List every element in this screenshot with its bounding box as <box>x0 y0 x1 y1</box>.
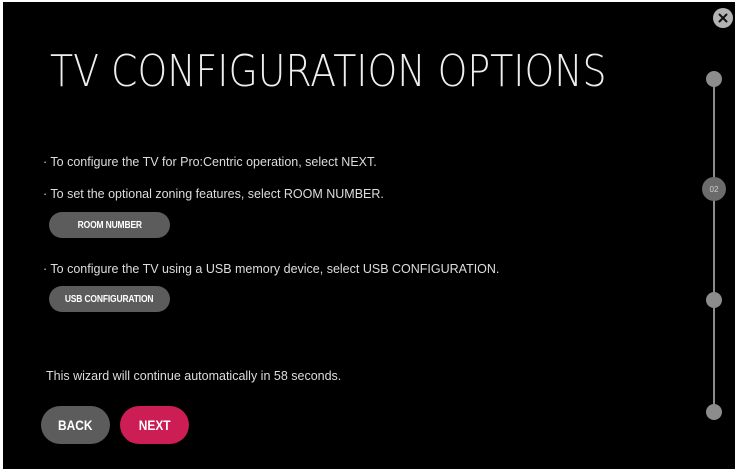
back-button[interactable]: BACK <box>41 406 110 444</box>
next-button-label: NEXT <box>138 417 171 433</box>
next-button[interactable]: NEXT <box>120 406 189 444</box>
progress-step-3 <box>706 292 722 308</box>
progress-step-current-label: 02 <box>709 184 719 194</box>
instruction-pro-centric: · To configure the TV for Pro:Centric op… <box>43 155 377 169</box>
page-title: TV CONFIGURATION OPTIONS <box>50 46 607 97</box>
progress-step-1 <box>706 71 722 87</box>
configuration-screen: TV CONFIGURATION OPTIONS · To configure … <box>3 2 735 469</box>
instruction-usb: · To configure the TV using a USB memory… <box>43 262 500 276</box>
close-button[interactable] <box>713 8 733 28</box>
progress-step-current: 02 <box>702 177 726 201</box>
instruction-zoning: · To set the optional zoning features, s… <box>43 187 384 201</box>
usb-configuration-button-label: USB CONFIGURATION <box>65 293 154 305</box>
close-icon <box>718 13 728 23</box>
room-number-button-label: ROOM NUMBER <box>77 219 142 231</box>
progress-step-4 <box>706 404 722 420</box>
countdown-text: This wizard will continue automatically … <box>46 369 342 383</box>
progress-track <box>713 78 715 412</box>
room-number-button[interactable]: ROOM NUMBER <box>49 212 170 238</box>
back-button-label: BACK <box>58 417 93 433</box>
usb-configuration-button[interactable]: USB CONFIGURATION <box>49 286 170 312</box>
